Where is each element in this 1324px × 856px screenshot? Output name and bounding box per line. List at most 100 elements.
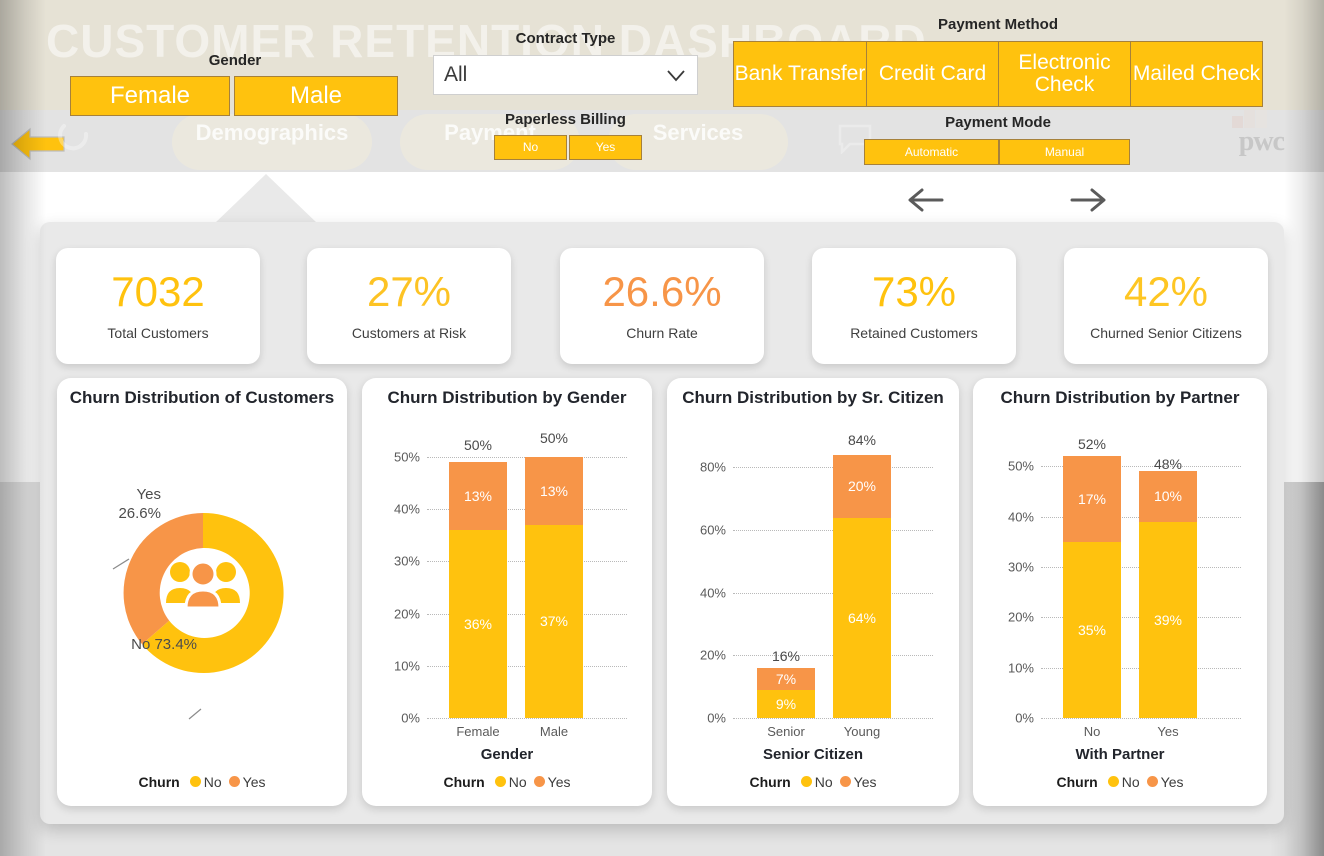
chart-legend-gender: Churn No Yes <box>362 774 652 790</box>
ytick-sr-40: 40% <box>699 585 726 601</box>
bar-segment-senior-no[interactable]: 9% <box>757 689 815 718</box>
chart-card-churn-distribution-by-sr-citizen[interactable]: Churn Distribution by Sr. Citizen 0% 20%… <box>667 378 959 806</box>
ytick-gender-30: 30% <box>393 553 420 569</box>
slicer-label-paperless-billing: Paperless Billing <box>505 111 626 128</box>
chart-title-partner: Churn Distribution by Partner <box>1000 388 1240 407</box>
slicer-label-payment-method: Payment Method <box>937 16 1058 33</box>
legend-item-no[interactable]: No <box>189 774 222 790</box>
legend-item-gender-yes[interactable]: Yes <box>533 774 570 790</box>
bar-total-partner-no: 52% <box>1077 436 1107 453</box>
legend-item-sr-yes[interactable]: Yes <box>839 774 876 790</box>
bar-label-young-no: 64% <box>847 609 877 626</box>
ytick-gender-10: 10% <box>393 658 420 674</box>
bar-gender-female[interactable]: 36% 13% 50% <box>449 437 507 718</box>
bar-sr-young[interactable]: 64% 20% 84% <box>833 432 891 718</box>
kpi-card-retained-customers[interactable]: 73% Retained Customers <box>812 248 1016 364</box>
bar-segment-female-yes[interactable]: 13% <box>449 462 507 531</box>
legend-item-partner-no[interactable]: No <box>1107 774 1140 790</box>
plot-area-gender: 0% 10% 20% 30% 40% 50% 36% 13% 50% 37% 1… <box>394 430 627 739</box>
chart-legend-partner: Churn No Yes <box>973 774 1267 790</box>
slicer-payment-credit-card[interactable]: Credit Card <box>866 41 999 107</box>
ytick-sr-20: 20% <box>699 647 726 663</box>
ytick-partner-30: 30% <box>1007 559 1034 575</box>
bar-label-partner-yes-yes: 10% <box>1153 488 1183 505</box>
kpi-label-churned-senior-citizens: Churned Senior Citizens <box>1090 325 1242 341</box>
legend-item-sr-no[interactable]: No <box>800 774 833 790</box>
bar-segment-partner-yes-no[interactable]: 39% <box>1139 521 1197 718</box>
chart-card-churn-distribution-of-customers[interactable]: Churn Distribution of Customers Yes 26.6… <box>57 378 347 806</box>
bar-label-senior-yes: 7% <box>775 670 797 687</box>
bar-total-female: 50% <box>463 437 493 453</box>
bar-segment-partner-yes-yes[interactable]: 10% <box>1139 471 1197 522</box>
kpi-value-retained-customers: 73% <box>871 268 957 315</box>
kpi-label-customers-at-risk: Customers at Risk <box>351 325 467 341</box>
legend-title-partner: Churn <box>1056 774 1098 790</box>
bar-segment-partner-no-no[interactable]: 35% <box>1063 541 1121 718</box>
slicer-payment-mode-manual[interactable]: Manual <box>999 139 1130 165</box>
slicer-label-contract-type: Contract Type <box>515 30 616 47</box>
ytick-partner-50: 50% <box>1007 458 1034 474</box>
slicer-paperless-no[interactable]: No <box>494 135 567 160</box>
slicer-gender-male[interactable]: Male <box>234 76 398 116</box>
legend-item-gender-no[interactable]: No <box>494 774 527 790</box>
slicer-payment-bank-transfer[interactable]: Bank Transfer <box>733 41 867 107</box>
kpi-card-churn-rate[interactable]: 26.6% Churn Rate <box>560 248 764 364</box>
kpi-card-total-customers[interactable]: 7032 Total Customers <box>56 248 260 364</box>
bar-partner-yes[interactable]: 39% 10% 48% <box>1139 456 1197 718</box>
slicer-payment-electronic-check[interactable]: Electronic Check <box>998 41 1131 107</box>
chevron-down-icon[interactable] <box>665 64 687 86</box>
next-page-arrow[interactable] <box>1066 182 1110 223</box>
contract-type-dropdown[interactable]: All <box>433 55 698 95</box>
legend-title-donut: Churn <box>138 774 180 790</box>
bar-segment-young-no[interactable]: 64% <box>833 517 891 718</box>
slicer-payment-mailed-check[interactable]: Mailed Check <box>1130 41 1263 107</box>
bar-label-young-yes: 20% <box>847 478 877 495</box>
slicer-payment-mode-automatic[interactable]: Automatic <box>864 139 999 165</box>
bar-sr-senior[interactable]: 9% 7% 16% <box>757 648 815 718</box>
axis-title-gender: Gender <box>480 746 534 763</box>
xtick-partner-yes: Yes <box>1157 724 1179 739</box>
bar-label-female-yes: 13% <box>463 488 493 505</box>
chart-title-sr-citizen: Churn Distribution by Sr. Citizen <box>682 388 944 407</box>
legend-item-partner-yes[interactable]: Yes <box>1146 774 1183 790</box>
legend-item-yes[interactable]: Yes <box>228 774 265 790</box>
bar-gender-male[interactable]: 37% 13% 50% <box>525 430 583 718</box>
bar-total-male: 50% <box>539 430 569 446</box>
bar-segment-male-yes[interactable]: 13% <box>525 457 583 525</box>
chart-card-churn-distribution-by-gender[interactable]: Churn Distribution by Gender 0% 10% 20% … <box>362 378 652 806</box>
slicer-label-gender: Gender <box>208 52 262 69</box>
bar-segment-senior-yes[interactable]: 7% <box>757 667 815 690</box>
bar-segment-male-no[interactable]: 37% <box>525 524 583 718</box>
donut-chart[interactable] <box>112 503 293 720</box>
bar-partner-no[interactable]: 35% 17% 52% <box>1063 436 1121 718</box>
slicer-paperless-yes[interactable]: Yes <box>569 135 642 160</box>
nav-item-demographics[interactable]: Demographics <box>192 120 352 146</box>
bar-label-partner-yes-no: 39% <box>1153 611 1183 628</box>
refresh-icon[interactable] <box>58 120 92 159</box>
bar-segment-partner-no-yes[interactable]: 17% <box>1063 456 1121 542</box>
bar-label-senior-no: 9% <box>775 695 797 712</box>
bar-label-partner-no-yes: 17% <box>1077 490 1107 507</box>
ytick-sr-60: 60% <box>699 522 726 538</box>
previous-page-arrow[interactable] <box>904 182 948 223</box>
bar-label-partner-no-no: 35% <box>1077 621 1107 638</box>
kpi-value-total-customers: 7032 <box>111 268 205 315</box>
chart-card-churn-distribution-by-partner[interactable]: Churn Distribution by Partner 0% 10% 20%… <box>973 378 1267 806</box>
bar-label-male-no: 37% <box>539 613 569 630</box>
xtick-partner-no: No <box>1083 724 1101 739</box>
legend-title-sr-citizen: Churn <box>749 774 791 790</box>
panel-pointer <box>214 174 318 224</box>
bar-segment-female-no[interactable]: 36% <box>449 530 507 718</box>
kpi-card-customers-at-risk[interactable]: 27% Customers at Risk <box>307 248 511 364</box>
dashboard-root: CUSTOMER RETENTION DASHBOARD Demographic… <box>0 0 1324 856</box>
kpi-label-retained-customers: Retained Customers <box>850 325 978 341</box>
xtick-sr-young: Young <box>843 724 881 739</box>
contract-type-value: All <box>444 63 468 86</box>
donut-label-no: No 73.4% <box>131 636 197 653</box>
bar-segment-young-yes[interactable]: 20% <box>833 454 891 518</box>
bar-total-partner-yes: 48% <box>1153 456 1183 473</box>
chart-title-gender: Churn Distribution by Gender <box>387 388 627 407</box>
slicer-gender-female[interactable]: Female <box>70 76 230 116</box>
bar-label-female-no: 36% <box>463 616 493 633</box>
kpi-card-churned-senior-citizens[interactable]: 42% Churned Senior Citizens <box>1064 248 1268 364</box>
